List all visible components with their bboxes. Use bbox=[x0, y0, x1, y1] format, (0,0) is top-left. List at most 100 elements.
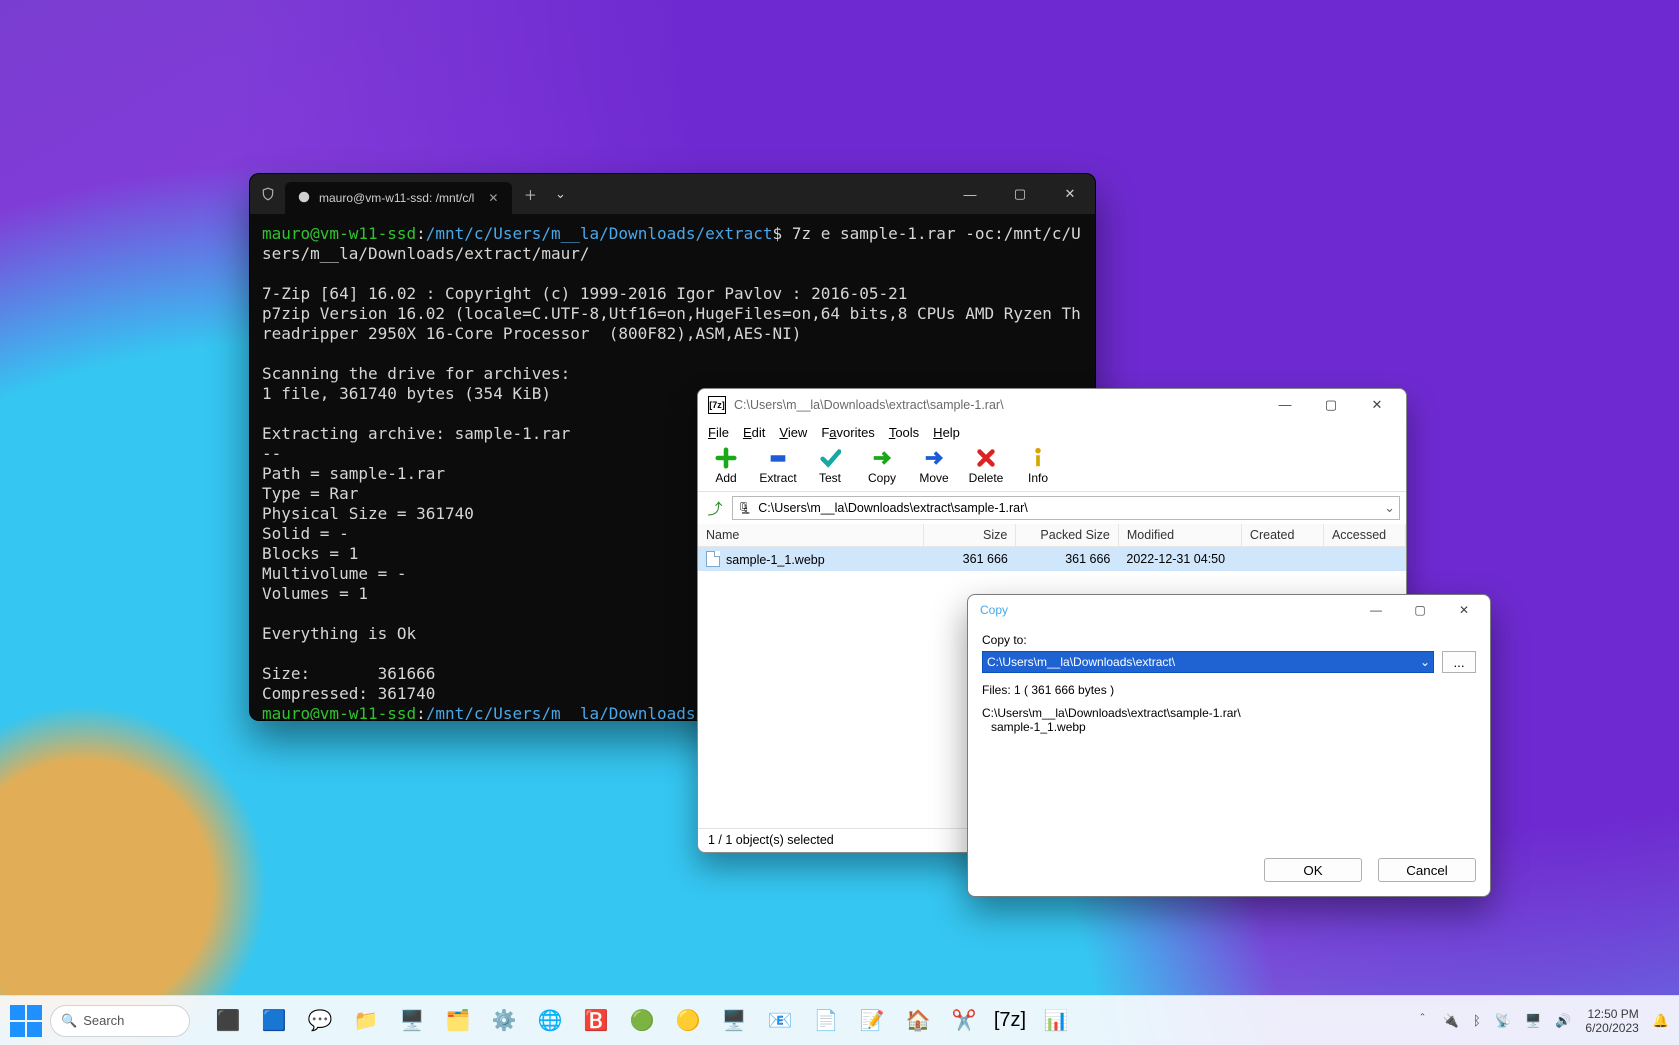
prompt-user: mauro@vm-w11-ssd bbox=[262, 704, 416, 721]
add-button[interactable]: Add bbox=[704, 447, 748, 485]
clock-time: 12:50 PM bbox=[1585, 1007, 1638, 1021]
cell-packed: 361 666 bbox=[1016, 547, 1119, 572]
col-size[interactable]: Size bbox=[924, 524, 1016, 547]
close-button[interactable]: ✕ bbox=[1442, 595, 1486, 625]
copy-source-item: sample-1_1.webp bbox=[982, 720, 1476, 734]
menu-help[interactable]: Help bbox=[933, 425, 960, 440]
copy-titlebar[interactable]: Copy — ▢ ✕ bbox=[968, 595, 1490, 625]
folder-icon[interactable]: 🗂️ bbox=[438, 1001, 478, 1041]
tab-dropdown-icon[interactable]: ⌄ bbox=[548, 174, 572, 214]
maximize-button[interactable]: ▢ bbox=[995, 174, 1045, 214]
copy-stats: Files: 1 ( 361 666 bytes ) bbox=[982, 683, 1476, 698]
sevenzip-toolbar: Add Extract Test Copy Move Delete Info bbox=[698, 444, 1406, 492]
explorer-icon[interactable]: 📁 bbox=[346, 1001, 386, 1041]
col-packed[interactable]: Packed Size bbox=[1016, 524, 1119, 547]
copy-dialog: Copy — ▢ ✕ Copy to: C:\Users\m__la\Downl… bbox=[967, 594, 1491, 897]
location-icon[interactable]: 📡 bbox=[1495, 1013, 1511, 1029]
usb-icon[interactable]: 🔌 bbox=[1443, 1013, 1459, 1029]
remote-desktop-icon[interactable]: 🖥️ bbox=[714, 1001, 754, 1041]
file-icon bbox=[706, 551, 720, 567]
ok-button[interactable]: OK bbox=[1264, 858, 1362, 882]
info-button[interactable]: Info bbox=[1016, 447, 1060, 485]
toolbar-label: Copy bbox=[868, 471, 896, 485]
toolbar-label: Add bbox=[715, 471, 736, 485]
minimize-button[interactable]: — bbox=[1262, 389, 1308, 421]
chevron-down-icon[interactable]: ⌄ bbox=[1384, 500, 1395, 516]
prompt-path: /mnt/c/Users/m__la/Downloads/ bbox=[426, 704, 705, 721]
task-view-icon[interactable]: ⬛ bbox=[208, 1001, 248, 1041]
notifications-icon[interactable]: 🔔 bbox=[1653, 1013, 1669, 1029]
maximize-button[interactable]: ▢ bbox=[1308, 389, 1354, 421]
close-tab-icon[interactable]: ✕ bbox=[482, 188, 504, 208]
toolbar-label: Test bbox=[819, 471, 841, 485]
network-icon[interactable]: 🖥️ bbox=[1525, 1013, 1541, 1029]
cell-name: sample-1_1.webp bbox=[726, 553, 825, 567]
close-button[interactable]: ✕ bbox=[1354, 389, 1400, 421]
terminal-icon[interactable]: 🖥️ bbox=[392, 1001, 432, 1041]
outlook-icon[interactable]: 📧 bbox=[760, 1001, 800, 1041]
minimize-button[interactable]: — bbox=[945, 174, 995, 214]
sevenzip-title: C:\Users\m__la\Downloads\extract\sample-… bbox=[734, 398, 1004, 412]
bluetooth-icon[interactable]: ᛒ bbox=[1473, 1013, 1481, 1028]
sevenzip-titlebar[interactable]: [7z] C:\Users\m__la\Downloads\extract\sa… bbox=[698, 389, 1406, 421]
prompt-path: /mnt/c/Users/m__la/Downloads/extract bbox=[426, 224, 773, 243]
sevenzip-taskbar-icon[interactable]: [7z] bbox=[990, 1001, 1030, 1041]
terminal-titlebar[interactable]: mauro@vm-w11-ssd: /mnt/c/l ✕ ＋ ⌄ — ▢ ✕ bbox=[250, 174, 1095, 214]
menu-view[interactable]: View bbox=[779, 425, 807, 440]
sevenzip-logo-icon: [7z] bbox=[708, 396, 726, 414]
volume-icon[interactable]: 🔊 bbox=[1555, 1013, 1571, 1029]
move-button[interactable]: Move bbox=[912, 447, 956, 485]
copy-source-archive: C:\Users\m__la\Downloads\extract\sample-… bbox=[982, 706, 1241, 720]
minimize-button[interactable]: — bbox=[1354, 595, 1398, 625]
close-button[interactable]: ✕ bbox=[1045, 174, 1095, 214]
table-row[interactable]: sample-1_1.webp 361 666 361 666 2022-12-… bbox=[698, 547, 1406, 572]
dialog-title: Copy bbox=[980, 603, 1008, 617]
extract-button[interactable]: Extract bbox=[756, 447, 800, 485]
menu-tools[interactable]: Tools bbox=[889, 425, 919, 440]
toolbar-label: Delete bbox=[969, 471, 1004, 485]
dev-home-icon[interactable]: 🏠 bbox=[898, 1001, 938, 1041]
toolbar-label: Extract bbox=[759, 471, 796, 485]
copy-destination-combo[interactable]: C:\Users\m__la\Downloads\extract\ bbox=[982, 651, 1434, 673]
cell-created bbox=[1241, 547, 1323, 572]
col-modified[interactable]: Modified bbox=[1118, 524, 1241, 547]
col-created[interactable]: Created bbox=[1241, 524, 1323, 547]
tray-overflow-icon[interactable]: ＾ bbox=[1416, 1011, 1429, 1030]
toolbar-label: Move bbox=[919, 471, 948, 485]
taskbar-clock[interactable]: 12:50 PM 6/20/2023 bbox=[1585, 1007, 1638, 1035]
maximize-button[interactable]: ▢ bbox=[1398, 595, 1442, 625]
edge-beta-icon[interactable]: 🅱️ bbox=[576, 1001, 616, 1041]
cancel-button[interactable]: Cancel bbox=[1378, 858, 1476, 882]
col-accessed[interactable]: Accessed bbox=[1323, 524, 1405, 547]
new-tab-button[interactable]: ＋ bbox=[512, 174, 548, 214]
settings-icon[interactable]: ⚙️ bbox=[484, 1001, 524, 1041]
taskbar: 🔍 Search ⬛ 🟦 💬 📁 🖥️ 🗂️ ⚙️ 🌐 🅱️ 🟢 🟡 🖥️ 📧 … bbox=[0, 995, 1679, 1045]
folder-up-icon[interactable]: ⤴ bbox=[704, 498, 726, 519]
copy-source: C:\Users\m__la\Downloads\extract\sample-… bbox=[982, 706, 1476, 734]
sevenzip-menubar: File Edit View Favorites Tools Help bbox=[698, 421, 1406, 444]
chrome-canary-icon[interactable]: 🟡 bbox=[668, 1001, 708, 1041]
excel-icon[interactable]: 📊 bbox=[1036, 1001, 1076, 1041]
taskbar-search[interactable]: 🔍 Search bbox=[50, 1005, 190, 1037]
word-icon[interactable]: 📄 bbox=[806, 1001, 846, 1041]
linux-icon bbox=[297, 190, 311, 207]
delete-button[interactable]: Delete bbox=[964, 447, 1008, 485]
menu-edit[interactable]: Edit bbox=[743, 425, 765, 440]
taskbar-apps: ⬛ 🟦 💬 📁 🖥️ 🗂️ ⚙️ 🌐 🅱️ 🟢 🟡 🖥️ 📧 📄 📝 🏠 ✂️ … bbox=[208, 1001, 1076, 1041]
notepad-icon[interactable]: 📝 bbox=[852, 1001, 892, 1041]
menu-file[interactable]: File bbox=[708, 425, 729, 440]
terminal-tab[interactable]: mauro@vm-w11-ssd: /mnt/c/l ✕ bbox=[285, 182, 512, 214]
menu-favorites[interactable]: Favorites bbox=[821, 425, 874, 440]
chat-icon[interactable]: 💬 bbox=[300, 1001, 340, 1041]
browse-button[interactable]: ... bbox=[1442, 651, 1476, 673]
archive-icon: 🗜 bbox=[737, 501, 752, 515]
widgets-icon[interactable]: 🟦 bbox=[254, 1001, 294, 1041]
test-button[interactable]: Test bbox=[808, 447, 852, 485]
copy-button[interactable]: Copy bbox=[860, 447, 904, 485]
start-button[interactable] bbox=[10, 1005, 42, 1037]
snipping-icon[interactable]: ✂️ bbox=[944, 1001, 984, 1041]
address-combo[interactable]: 🗜 C:\Users\m__la\Downloads\extract\sampl… bbox=[732, 496, 1400, 520]
col-name[interactable]: Name bbox=[698, 524, 924, 547]
edge-icon[interactable]: 🌐 bbox=[530, 1001, 570, 1041]
chrome-icon[interactable]: 🟢 bbox=[622, 1001, 662, 1041]
